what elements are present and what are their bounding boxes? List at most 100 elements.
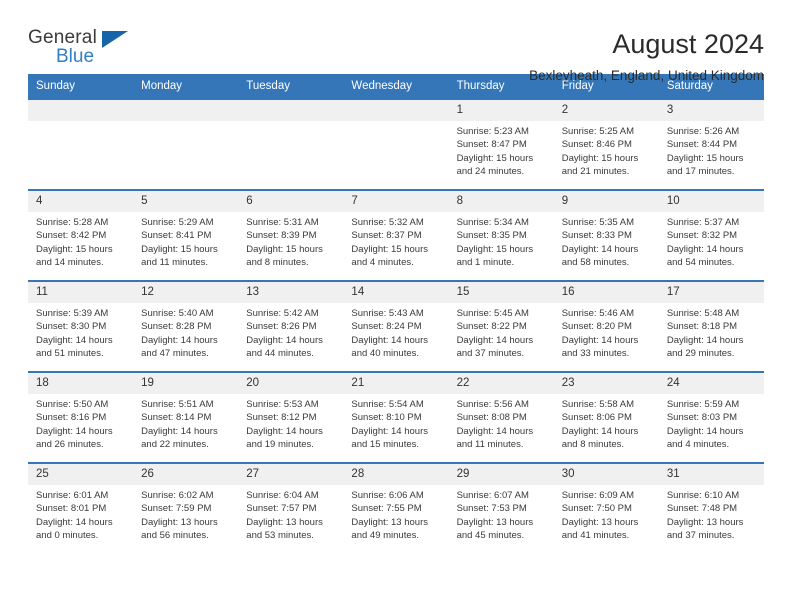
calendar-day-cell[interactable]: 13 Sunrise: 5:42 AM Sunset: 8:26 PM Dayligh… <box>238 280 344 372</box>
day-cell-inner: 17 Sunrise: 5:48 AM Sunset: 8:18 PM Dayligh… <box>658 282 764 371</box>
calendar-day-cell[interactable]: 14 Sunrise: 5:43 AM Sunset: 8:24 PM Dayligh… <box>343 280 449 372</box>
calendar-day-cell[interactable]: 17 Sunrise: 5:48 AM Sunset: 8:18 PM Dayligh… <box>658 280 764 372</box>
sunset-text: Sunset: 8:37 PM <box>351 230 422 242</box>
day-cell-inner <box>343 100 449 189</box>
calendar-day-cell[interactable]: 15 Sunrise: 5:45 AM Sunset: 8:22 PM Dayligh… <box>448 280 554 372</box>
day-number: 10 <box>658 191 764 212</box>
daylight-text-line2: and 19 minutes. <box>246 439 314 451</box>
calendar-week-row: 25 Sunrise: 6:01 AM Sunset: 8:01 PM Dayligh… <box>28 462 764 553</box>
sunrise-text: Sunrise: 5:48 AM <box>666 308 740 319</box>
calendar-day-cell-empty <box>343 98 449 190</box>
daylight-text-line1: Daylight: 15 hours <box>561 152 639 164</box>
calendar-day-cell[interactable]: 28 Sunrise: 6:06 AM Sunset: 7:55 PM Dayligh… <box>343 462 449 553</box>
day-number: 18 <box>28 373 134 394</box>
day-number <box>238 100 344 121</box>
calendar-day-cell[interactable]: 7 Sunrise: 5:32 AM Sunset: 8:37 PM Daylight… <box>343 189 449 281</box>
daylight-text-line1: Daylight: 14 hours <box>666 243 744 255</box>
day-number: 7 <box>343 191 449 212</box>
calendar-day-cell[interactable]: 12 Sunrise: 5:40 AM Sunset: 8:28 PM Dayligh… <box>133 280 239 372</box>
daylight-text-line2: and 24 minutes. <box>456 166 525 178</box>
calendar-day-cell[interactable]: 18 Sunrise: 5:50 AM Sunset: 8:16 PM Dayligh… <box>28 371 134 463</box>
calendar-day-cell[interactable]: 22 Sunrise: 5:56 AM Sunset: 8:08 PM Dayligh… <box>448 371 554 463</box>
sunset-text: Sunset: 7:50 PM <box>561 503 632 515</box>
calendar-day-cell[interactable]: 27 Sunrise: 6:04 AM Sunset: 7:57 PM Dayligh… <box>238 462 344 553</box>
sunset-text: Sunset: 8:14 PM <box>141 412 212 424</box>
calendar-day-cell[interactable]: 21 Sunrise: 5:54 AM Sunset: 8:10 PM Dayligh… <box>343 371 449 463</box>
calendar-day-cell[interactable]: 23 Sunrise: 5:58 AM Sunset: 8:06 PM Dayligh… <box>553 371 659 463</box>
daylight-text-line1: Daylight: 14 hours <box>561 425 639 437</box>
sunset-text: Sunset: 8:47 PM <box>456 139 527 151</box>
daylight-text-line2: and 14 minutes. <box>36 257 104 269</box>
sunset-text: Sunset: 7:55 PM <box>351 503 422 515</box>
day-number: 14 <box>343 282 449 303</box>
daylight-text-line2: and 49 minutes. <box>351 530 420 542</box>
calendar-day-cell[interactable]: 19 Sunrise: 5:51 AM Sunset: 8:14 PM Dayligh… <box>133 371 239 463</box>
day-details: Sunrise: 5:45 AM Sunset: 8:22 PM Daylight:… <box>449 303 554 361</box>
calendar-day-cell[interactable]: 24 Sunrise: 5:59 AM Sunset: 8:03 PM Dayligh… <box>658 371 764 463</box>
daylight-text-line2: and 4 minutes. <box>666 439 730 451</box>
daylight-text-line1: Daylight: 14 hours <box>351 334 428 346</box>
sunset-text: Sunset: 7:59 PM <box>141 503 212 515</box>
sunrise-text: Sunrise: 5:26 AM <box>666 126 740 137</box>
calendar-day-cell[interactable]: 20 Sunrise: 5:53 AM Sunset: 8:12 PM Dayligh… <box>238 371 344 463</box>
general-blue-logo[interactable]: General Blue <box>28 28 148 76</box>
day-number <box>28 100 134 121</box>
sunrise-text: Sunrise: 5:45 AM <box>456 308 529 319</box>
weekday-header-tuesday: Tuesday <box>238 74 344 99</box>
calendar-day-cell[interactable]: 6 Sunrise: 5:31 AM Sunset: 8:39 PM Daylight… <box>238 189 344 281</box>
calendar-day-cell[interactable]: 29 Sunrise: 6:07 AM Sunset: 7:53 PM Dayligh… <box>448 462 554 553</box>
calendar-day-cell[interactable]: 16 Sunrise: 5:46 AM Sunset: 8:20 PM Dayligh… <box>553 280 659 372</box>
daylight-text-line1: Daylight: 13 hours <box>246 516 323 528</box>
daylight-text-line1: Daylight: 14 hours <box>666 334 744 346</box>
calendar-day-cell[interactable]: 2 Sunrise: 5:25 AM Sunset: 8:46 PM Daylight… <box>553 98 659 190</box>
calendar-day-cell[interactable]: 26 Sunrise: 6:02 AM Sunset: 7:59 PM Dayligh… <box>133 462 239 553</box>
day-cell-inner: 4 Sunrise: 5:28 AM Sunset: 8:42 PM Daylight… <box>28 191 134 280</box>
daylight-text-line2: and 11 minutes. <box>456 439 524 451</box>
daylight-text-line1: Daylight: 15 hours <box>666 152 744 164</box>
day-details: Sunrise: 6:04 AM Sunset: 7:57 PM Daylight:… <box>238 485 343 543</box>
calendar-page: General Blue August 2024 Bexleyheath, En… <box>0 0 792 612</box>
day-details: Sunrise: 6:09 AM Sunset: 7:50 PM Daylight:… <box>554 485 659 543</box>
calendar-day-cell[interactable]: 5 Sunrise: 5:29 AM Sunset: 8:41 PM Daylight… <box>133 189 239 281</box>
calendar-day-cell[interactable]: 30 Sunrise: 6:09 AM Sunset: 7:50 PM Dayligh… <box>553 462 659 553</box>
day-details: Sunrise: 5:42 AM Sunset: 8:26 PM Daylight:… <box>238 303 343 361</box>
sunset-text: Sunset: 8:39 PM <box>246 230 317 242</box>
day-cell-inner: 22 Sunrise: 5:56 AM Sunset: 8:08 PM Dayligh… <box>448 373 554 462</box>
calendar-day-cell[interactable]: 8 Sunrise: 5:34 AM Sunset: 8:35 PM Daylight… <box>448 189 554 281</box>
sunrise-text: Sunrise: 5:29 AM <box>141 217 214 228</box>
sunrise-text: Sunrise: 5:59 AM <box>666 399 740 410</box>
day-cell-inner: 24 Sunrise: 5:59 AM Sunset: 8:03 PM Dayligh… <box>658 373 764 462</box>
calendar-day-cell[interactable]: 31 Sunrise: 6:10 AM Sunset: 7:48 PM Dayligh… <box>658 462 764 553</box>
daylight-text-line1: Daylight: 14 hours <box>36 425 113 437</box>
day-number: 23 <box>553 373 659 394</box>
calendar-day-cell[interactable]: 25 Sunrise: 6:01 AM Sunset: 8:01 PM Dayligh… <box>28 462 134 553</box>
calendar-day-cell-empty <box>28 98 134 190</box>
calendar-day-cell[interactable]: 3 Sunrise: 5:26 AM Sunset: 8:44 PM Daylight… <box>658 98 764 190</box>
day-cell-inner: 30 Sunrise: 6:09 AM Sunset: 7:50 PM Dayligh… <box>553 464 659 553</box>
day-details: Sunrise: 6:07 AM Sunset: 7:53 PM Daylight:… <box>449 485 554 543</box>
calendar-day-cell[interactable]: 4 Sunrise: 5:28 AM Sunset: 8:42 PM Daylight… <box>28 189 134 281</box>
sunset-text: Sunset: 8:33 PM <box>561 230 632 242</box>
sunrise-text: Sunrise: 5:37 AM <box>666 217 740 228</box>
daylight-text-line1: Daylight: 14 hours <box>561 243 639 255</box>
calendar-week-row: 4 Sunrise: 5:28 AM Sunset: 8:42 PM Daylight… <box>28 189 764 281</box>
sunset-text: Sunset: 8:44 PM <box>666 139 738 151</box>
calendar-day-cell[interactable]: 9 Sunrise: 5:35 AM Sunset: 8:33 PM Daylight… <box>553 189 659 281</box>
page-title: August 2024 <box>612 29 764 59</box>
day-cell-inner: 25 Sunrise: 6:01 AM Sunset: 8:01 PM Dayligh… <box>28 464 134 553</box>
calendar-day-cell[interactable]: 1 Sunrise: 5:23 AM Sunset: 8:47 PM Daylight… <box>448 98 554 190</box>
daylight-text-line1: Daylight: 15 hours <box>456 243 534 255</box>
calendar-day-cell[interactable]: 10 Sunrise: 5:37 AM Sunset: 8:32 PM Dayligh… <box>658 189 764 281</box>
day-cell-inner: 11 Sunrise: 5:39 AM Sunset: 8:30 PM Dayligh… <box>28 282 134 371</box>
sunrise-text: Sunrise: 5:40 AM <box>141 308 214 319</box>
day-cell-inner <box>238 100 344 189</box>
day-cell-inner: 10 Sunrise: 5:37 AM Sunset: 8:32 PM Dayligh… <box>658 191 764 280</box>
daylight-text-line2: and 8 minutes. <box>561 439 625 451</box>
sunset-text: Sunset: 8:24 PM <box>351 321 422 333</box>
day-details: Sunrise: 5:59 AM Sunset: 8:03 PM Daylight:… <box>659 394 764 452</box>
daylight-text-line2: and 17 minutes. <box>666 166 735 178</box>
daylight-text-line1: Daylight: 15 hours <box>246 243 323 255</box>
day-details: Sunrise: 5:37 AM Sunset: 8:32 PM Daylight:… <box>659 212 764 270</box>
daylight-text-line2: and 33 minutes. <box>561 348 630 360</box>
calendar-day-cell[interactable]: 11 Sunrise: 5:39 AM Sunset: 8:30 PM Dayligh… <box>28 280 134 372</box>
